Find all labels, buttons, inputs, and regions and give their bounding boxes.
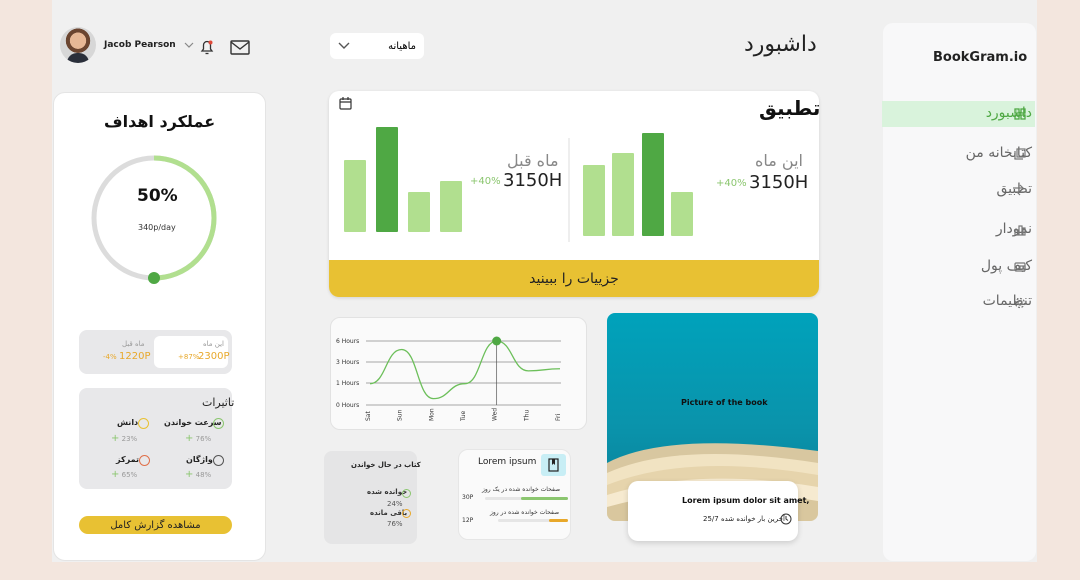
clock-icon — [780, 513, 792, 525]
goals-progress-ring — [91, 155, 217, 284]
bar — [583, 165, 605, 236]
bar — [641, 132, 664, 236]
username: Jacob Pearson — [104, 40, 176, 50]
remaining-circle-icon — [402, 509, 411, 518]
highlight-point — [492, 336, 502, 346]
pages-per-day-fill — [521, 497, 568, 500]
x-tick-label: Mon — [428, 408, 435, 421]
mail-icon[interactable] — [230, 40, 250, 55]
points-this-month-label: این ماه — [203, 340, 224, 348]
grid-icon — [1014, 108, 1026, 120]
lorem-card-title: Lorem ipsum — [478, 457, 537, 467]
y-tick-label: 1 Hours — [336, 380, 359, 387]
effect-value: + 65% — [111, 469, 138, 480]
x-tick-label: Sat — [365, 411, 372, 421]
bar — [344, 160, 366, 232]
effect-label: واژگان — [186, 455, 213, 464]
x-tick-label: Thu — [523, 410, 530, 422]
wallet-icon — [1014, 262, 1026, 272]
last-month-change: +40% — [470, 176, 501, 187]
compare-title: تطبیق — [759, 96, 821, 120]
period-select[interactable]: ماهیانه — [330, 33, 424, 59]
remaining-value: 76% — [387, 520, 403, 528]
period-select-value: ماهیانه — [388, 40, 416, 52]
chevron-down-icon — [338, 42, 350, 49]
effect-circle-icon — [138, 418, 149, 429]
pages-per-day-label: صفحات خوانده شده در یک روز — [482, 486, 561, 493]
full-report-button-label: مشاهده گزارش کامل — [110, 519, 201, 531]
x-tick-label: Sun — [397, 409, 404, 421]
x-tick-label: Wed — [492, 408, 499, 421]
bar — [408, 191, 430, 232]
effects-title: تاثیرات — [202, 396, 235, 409]
effect-circle-icon — [213, 455, 224, 466]
details-button[interactable]: جزییات را ببینید — [329, 260, 819, 297]
effect-circle-icon — [213, 418, 224, 429]
bell-icon[interactable] — [199, 38, 215, 56]
this-month-label: این ماه — [755, 151, 803, 170]
library-icon — [1014, 148, 1026, 160]
pages-daily-label: صفحات خوانده شده در روز — [490, 509, 560, 516]
y-tick-label: 6 Hours — [336, 338, 359, 345]
book-icon — [548, 458, 559, 472]
book-picture-label: Picture of the book — [681, 398, 768, 407]
last-month-bar-chart — [344, 124, 462, 232]
last-month-value: 3150H — [503, 170, 563, 191]
chevron-down-icon — [184, 42, 194, 48]
user-menu[interactable]: Jacob Pearson — [60, 27, 194, 63]
effect-circle-icon — [139, 455, 150, 466]
points-last-month-change: -4% — [103, 353, 117, 361]
goals-title: عملکرد اهداف — [104, 112, 216, 131]
reading-hours-line-chart: 0 Hours 1 Hours 3 Hours 6 Hours Sat Sun Mon Tue… — [336, 336, 562, 422]
page-title: داشبورد — [744, 32, 817, 57]
last-month-label: ماه قبل — [507, 151, 559, 170]
full-report-button[interactable]: مشاهده گزارش کامل — [79, 516, 232, 534]
goals-percent: 50% — [137, 186, 178, 206]
points-last-month-value: 1220P — [119, 351, 151, 362]
points-last-month-label: ماه قبل — [122, 340, 145, 348]
pages-per-day-value: 30P — [462, 494, 474, 501]
avatar[interactable] — [60, 27, 96, 63]
x-tick-label: Tue — [460, 410, 467, 422]
effect-value: + 23% — [111, 433, 138, 444]
book-caption-title: Lorem ipsum dolor sit amet, — [682, 496, 810, 505]
chart-icon — [1014, 225, 1026, 236]
pages-daily-fill — [549, 519, 568, 522]
series-line — [369, 340, 561, 400]
compare-divider — [568, 138, 570, 242]
effect-label: دانش — [117, 418, 139, 427]
book-caption-card[interactable] — [628, 481, 798, 541]
this-month-value: 3150H — [749, 172, 809, 193]
points-this-month-change: +87% — [178, 353, 200, 361]
calendar-icon[interactable] — [339, 97, 352, 110]
read-circle-icon — [402, 489, 411, 498]
effect-value: + 48% — [185, 469, 212, 480]
goals-rate: 340p/day — [138, 223, 176, 232]
brand-logo[interactable]: BookGram.io — [933, 50, 1027, 65]
effect-value: + 76% — [185, 433, 212, 444]
compare-icon — [1013, 184, 1027, 196]
y-tick-label: 0 Hours — [336, 402, 359, 409]
bar — [671, 191, 693, 236]
pages-daily-value: 12P — [462, 517, 474, 524]
currently-reading-title: کتاب در حال خواندن — [351, 461, 421, 469]
points-this-month-value: 2300P — [198, 351, 230, 362]
x-tick-label: Fri — [555, 414, 562, 421]
this-month-bar-chart — [583, 128, 693, 236]
gear-icon — [1014, 297, 1026, 309]
this-month-change: +40% — [716, 178, 747, 189]
bar — [440, 180, 462, 232]
bar — [612, 152, 635, 236]
book-last-read: آخرین بار خوانده شده 25/7 — [703, 515, 785, 523]
details-button-label: جزییات را ببینید — [529, 270, 619, 287]
read-value: 24% — [387, 500, 403, 508]
y-tick-label: 3 Hours — [336, 359, 359, 366]
bar — [376, 126, 398, 232]
effect-label: تمرکز — [116, 455, 139, 464]
